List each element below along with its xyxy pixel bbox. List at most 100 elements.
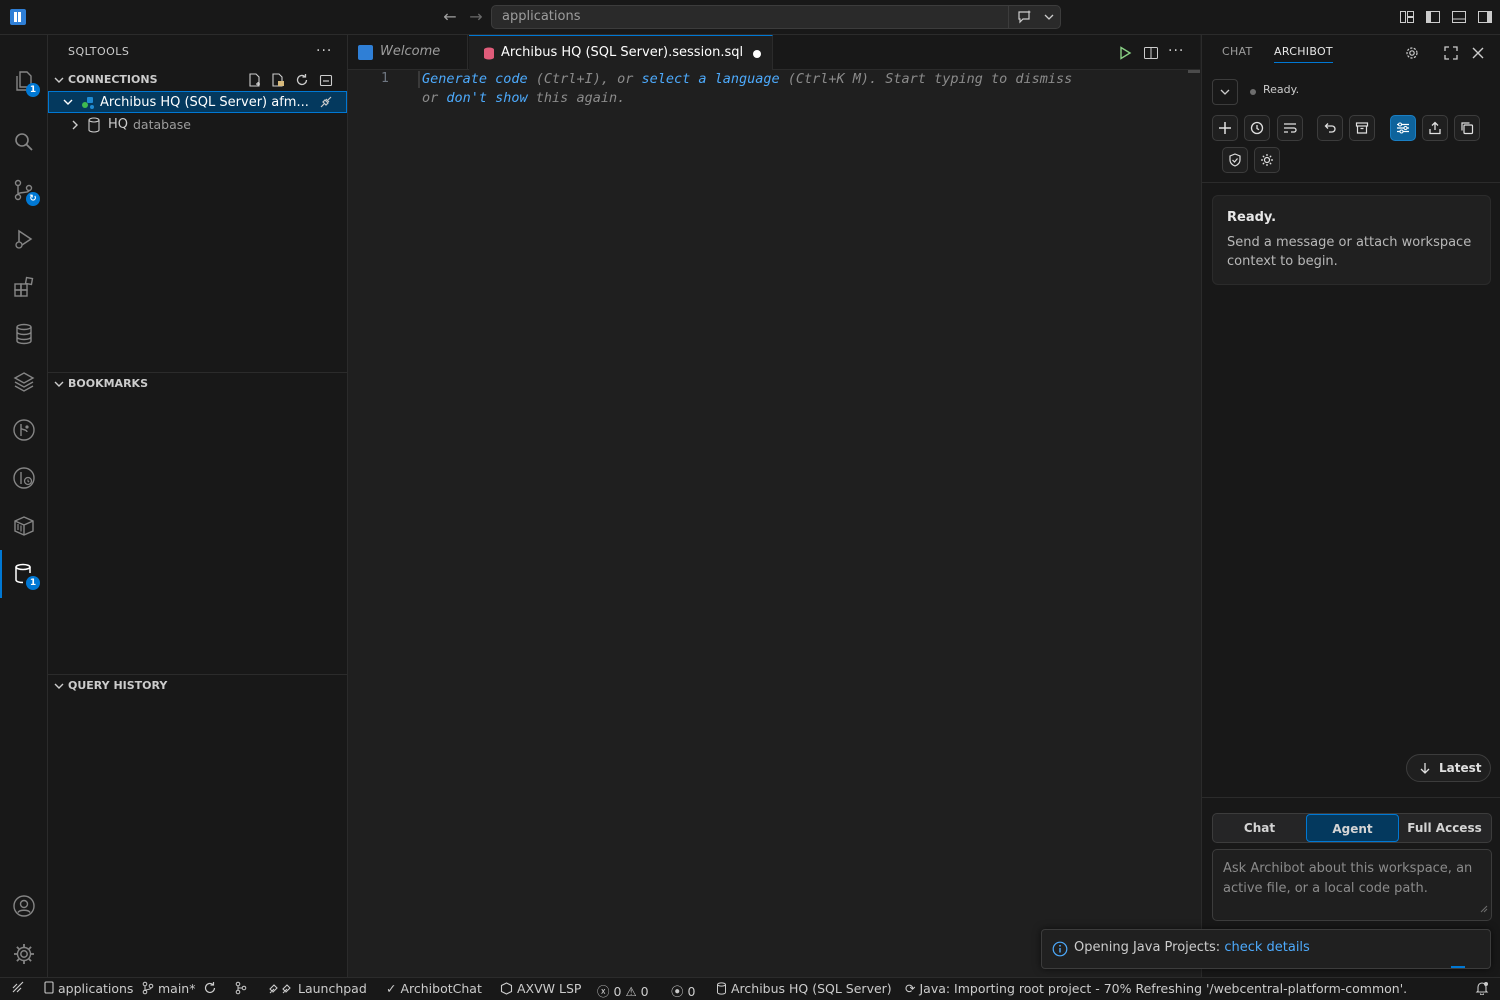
source-control-activity[interactable]: ↻: [0, 166, 48, 214]
latest-button[interactable]: Latest: [1406, 754, 1491, 782]
query-history-section-header[interactable]: QUERY HISTORY: [48, 675, 347, 697]
generate-code-link[interactable]: Generate code: [422, 71, 528, 87]
database-activity[interactable]: [0, 310, 48, 358]
sidebar-more-actions-icon[interactable]: ···: [316, 43, 332, 59]
copy-button[interactable]: [1454, 115, 1480, 141]
settings-sliders-button[interactable]: [1390, 115, 1416, 141]
branch-item[interactable]: main*: [142, 981, 195, 996]
chat-input-placeholder: Ask Archibot about this workspace, an ac…: [1223, 861, 1473, 896]
problems-item[interactable]: ⓧ 0 ⚠ 0: [597, 981, 649, 1000]
tab-chat[interactable]: CHAT: [1222, 45, 1253, 58]
settings-gear-icon[interactable]: [1404, 45, 1420, 65]
java-status-item[interactable]: ⟳ Java: Importing root project - 70% Ref…: [905, 981, 1407, 996]
select-language-link[interactable]: select a language: [641, 71, 779, 87]
connections-section-header[interactable]: CONNECTIONS: [48, 69, 347, 91]
layers-activity[interactable]: [0, 358, 48, 406]
tab-welcome[interactable]: Welcome: [348, 35, 468, 70]
ports-item[interactable]: ⦿ 0: [671, 981, 695, 1000]
bookmarks-section-header[interactable]: BOOKMARKS: [48, 373, 347, 395]
database-item-hq[interactable]: HQ database: [48, 114, 347, 136]
toggle-secondary-sidebar-icon[interactable]: [1477, 9, 1493, 25]
accounts-activity[interactable]: [0, 882, 48, 930]
mode-agent-button[interactable]: Agent: [1306, 814, 1399, 842]
git-graph-activity[interactable]: [0, 406, 48, 454]
editor-more-actions-icon[interactable]: ···: [1168, 43, 1184, 59]
run-debug-activity[interactable]: [0, 215, 48, 263]
tab-archibot[interactable]: ARCHIBOT: [1274, 45, 1333, 63]
tab-session-sql[interactable]: Archibus HQ (SQL Server).session.sql: [469, 35, 773, 71]
sync-icon[interactable]: [203, 981, 217, 998]
forward-arrow-icon[interactable]: →: [466, 7, 486, 27]
command-center-search[interactable]: applications: [491, 5, 1061, 29]
arrow-down-icon: [1419, 762, 1431, 779]
panel-divider: [1202, 182, 1500, 183]
collapse-all-icon[interactable]: [319, 73, 333, 91]
latest-label: Latest: [1439, 761, 1482, 775]
maximize-icon[interactable]: [1443, 45, 1459, 65]
launchpad-item[interactable]: Launchpad: [268, 981, 367, 996]
connection-item-archibus-hq[interactable]: Archibus HQ (SQL Server) afm...: [48, 91, 347, 113]
plus-icon: [1218, 121, 1232, 135]
debug-button[interactable]: [1254, 147, 1280, 173]
search-activity[interactable]: [0, 118, 48, 166]
archibotchat-item[interactable]: ✓ ArchibotChat: [386, 981, 482, 996]
chevron-down-icon[interactable]: [1043, 11, 1055, 23]
export-button[interactable]: [1422, 115, 1448, 141]
sql-connection-item[interactable]: Archibus HQ (SQL Server): [716, 981, 892, 996]
archive-button[interactable]: [1349, 115, 1375, 141]
customize-layout-icon[interactable]: [1399, 9, 1415, 25]
explorer-activity[interactable]: 1: [0, 57, 48, 105]
security-button[interactable]: [1222, 147, 1248, 173]
wrap-button[interactable]: [1277, 115, 1303, 141]
remote-indicator-icon[interactable]: [12, 981, 24, 998]
new-chat-button[interactable]: [1212, 115, 1238, 141]
add-connection-icon[interactable]: [248, 73, 262, 91]
manage-activity[interactable]: [0, 930, 48, 978]
status-bar: applications main* Launchpad ✓ ArchibotC…: [0, 977, 1500, 1000]
close-icon[interactable]: [1470, 45, 1486, 65]
toggle-primary-sidebar-icon[interactable]: [1425, 9, 1441, 25]
check-details-link[interactable]: check details: [1224, 940, 1310, 955]
sql-file-icon: [483, 47, 495, 64]
notifications-bell-icon[interactable]: [1475, 981, 1489, 998]
axvw-lsp-item[interactable]: AXVW LSP: [500, 981, 581, 996]
connected-plug-icon: [80, 95, 95, 114]
broadcast-icon: ⦿: [671, 984, 684, 999]
run-icon[interactable]: [1117, 45, 1133, 65]
notification-toast[interactable]: Opening Java Projects: check details: [1041, 929, 1491, 969]
branch-label: main*: [157, 981, 196, 996]
activity-bar: 1 ↻ 1: [0, 35, 48, 977]
back-arrow-icon[interactable]: ←: [440, 7, 460, 27]
import-connection-icon[interactable]: [271, 73, 285, 91]
dont-show-link[interactable]: don't show: [446, 90, 527, 106]
folder-label: applications: [57, 981, 134, 996]
chat-sparkle-icon[interactable]: [1017, 9, 1033, 25]
mode-full-access-button[interactable]: Full Access: [1398, 814, 1491, 842]
command-center-tools[interactable]: [1008, 6, 1060, 28]
split-editor-icon[interactable]: [1143, 45, 1159, 65]
unsaved-dot-icon[interactable]: [753, 50, 761, 58]
history-button[interactable]: [1244, 115, 1270, 141]
progress-bar: [1451, 966, 1465, 968]
extensions-activity[interactable]: [0, 263, 48, 311]
text-cursor: [418, 71, 420, 88]
resize-handle-icon[interactable]: [1480, 902, 1488, 917]
folder-item[interactable]: applications: [44, 981, 133, 996]
archibotchat-label: ArchibotChat: [400, 981, 482, 996]
git-history-activity[interactable]: [0, 454, 48, 502]
undo-button[interactable]: [1317, 115, 1343, 141]
sql-editor[interactable]: 1 Generate code (Ctrl+I), or select a la…: [348, 70, 1200, 977]
mode-chat-button[interactable]: Chat: [1213, 814, 1306, 842]
chat-input[interactable]: Ask Archibot about this workspace, an ac…: [1212, 849, 1492, 921]
sqltools-sidebar: SQLTOOLS ··· CONNECTIONS Archibus HQ (SQ…: [48, 35, 348, 977]
toggle-panel-icon[interactable]: [1451, 9, 1467, 25]
containers-activity[interactable]: [0, 502, 48, 550]
refresh-icon[interactable]: [295, 73, 309, 91]
sqltools-activity[interactable]: 1: [0, 550, 48, 598]
disconnect-icon[interactable]: [319, 95, 333, 113]
sun-icon: [1260, 153, 1274, 167]
git-graph-status-icon[interactable]: [234, 981, 248, 998]
session-dropdown[interactable]: [1212, 79, 1238, 105]
sqltools-badge: 1: [26, 576, 40, 590]
archibot-panel: CHAT ARCHIBOT Ready. Ready. Send a messa…: [1201, 35, 1500, 977]
